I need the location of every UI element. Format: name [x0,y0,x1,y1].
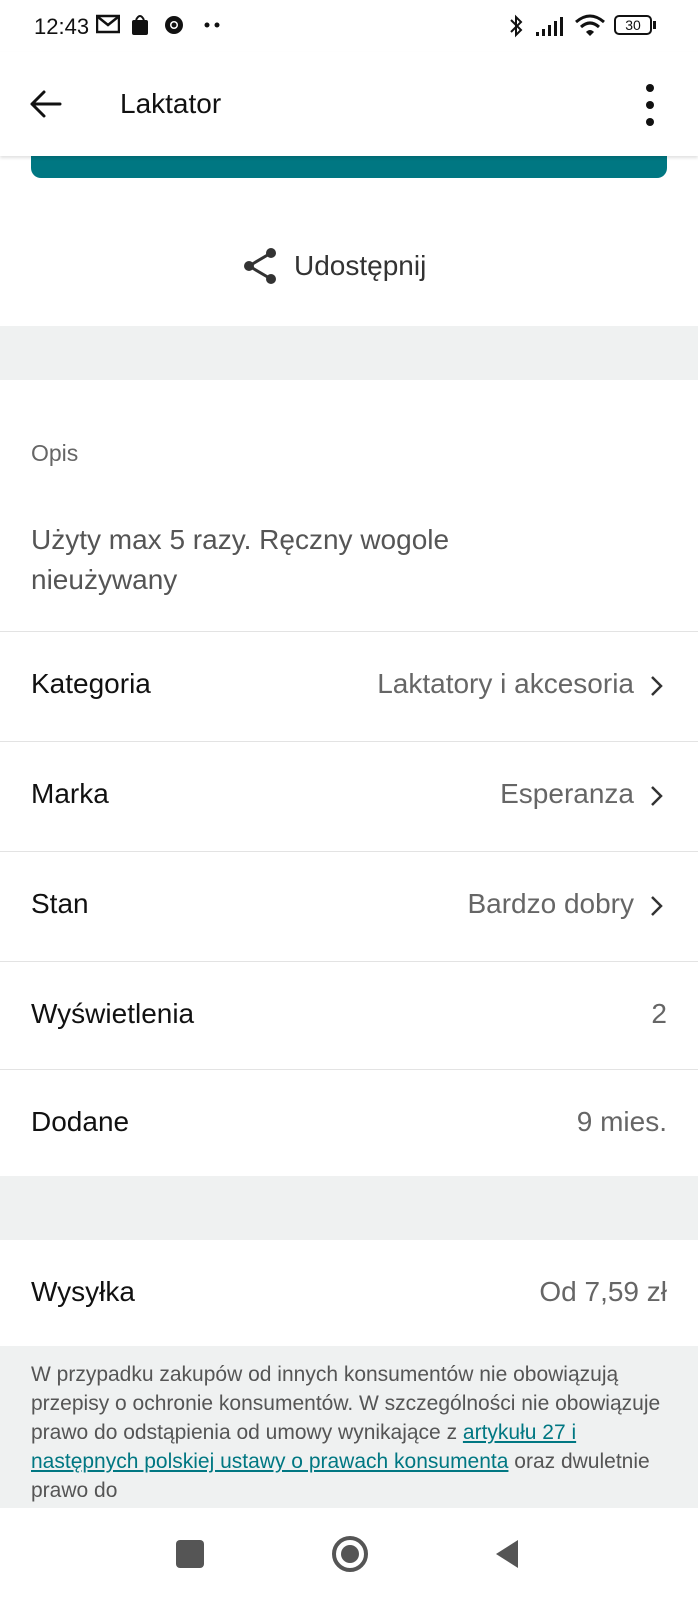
description-label: Opis [31,440,79,466]
bluetooth-icon [510,14,523,38]
app-bar: Laktator [0,52,698,156]
detail-row-added: Dodane 9 mies. [0,1069,698,1178]
added-label: Dodane [31,1106,130,1137]
section-divider [0,1176,698,1240]
signal-icon [536,17,563,36]
share-label: Udostępnij [294,250,427,281]
chevron-right-icon [651,786,663,806]
detail-row-condition[interactable]: Stan Bardzo dobry [0,851,698,960]
more-dots-icon [204,22,220,28]
condition-value: Bardzo dobry [467,888,634,919]
bag-icon [132,15,148,35]
recents-icon[interactable] [176,1540,204,1568]
arrow-left-icon[interactable] [26,84,66,124]
condition-label: Stan [31,888,89,919]
detail-row-category[interactable]: Kategoria Laktatory i akcesoria [0,631,698,740]
wifi-icon [575,14,605,36]
views-value: 2 [651,998,667,1029]
description-text: Użyty max 5 razy. Ręczny wogole nieużywa… [31,524,450,595]
chevron-right-icon [651,896,663,916]
page-title: Laktator [120,88,222,119]
mail-icon [96,14,120,34]
more-vertical-icon[interactable] [632,80,668,132]
views-label: Wyświetlenia [31,998,195,1029]
share-icon [244,248,276,284]
battery-level: 30 [625,17,641,33]
shipping-value: Od 7,59 zł [539,1276,667,1307]
detail-row-views: Wyświetlenia 2 [0,961,698,1070]
consumer-notice: W przypadku zakupów od innych konsumentó… [0,1346,698,1508]
shipping-label: Wysyłka [31,1276,135,1307]
detail-row-brand[interactable]: Marka Esperanza [0,741,698,850]
chrome-icon [165,16,183,34]
brand-value: Esperanza [500,778,634,809]
section-divider [0,326,698,380]
battery-tip [653,21,656,29]
system-nav-bar [0,1508,698,1600]
category-value: Laktatory i akcesoria [377,668,634,699]
nav-back-icon[interactable] [492,1538,522,1570]
battery-icon: 30 [614,15,652,35]
status-bar: 12:43 30 [0,0,698,52]
added-value: 9 mies. [576,1106,667,1137]
category-label: Kategoria [31,668,151,699]
consumer-notice-text: W przypadku zakupów od innych konsumentó… [31,1360,671,1505]
home-icon[interactable] [330,1534,370,1574]
share-button[interactable]: Udostępnij [240,244,426,288]
chevron-right-icon [651,676,663,696]
brand-label: Marka [31,778,109,809]
status-time: 12:43 [34,14,90,39]
detail-row-shipping[interactable]: Wysyłka Od 7,59 zł [0,1240,698,1348]
